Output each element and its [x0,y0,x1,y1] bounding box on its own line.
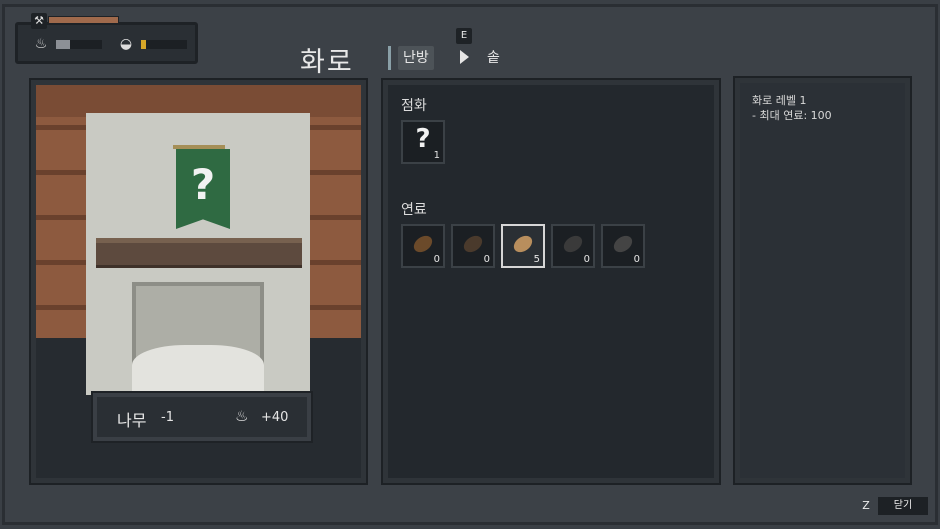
play-arrow-icon[interactable] [460,50,469,64]
coal-icon [610,232,636,256]
fuel-name: 나무 [117,411,147,430]
leaf-icon [410,232,436,256]
page-title: 화로 [300,47,354,78]
close-button[interactable]: Z 닫기 [858,497,928,515]
selected-fuel-info: 나무 -1 ♨ +40 [91,391,313,443]
heat-value: +40 [261,410,289,425]
max-fuel: - 최대 연료: 100 [752,109,832,122]
furnace-level: 화로 레벨 1 [752,94,807,107]
item-count: 0 [433,254,440,265]
campfire-icon: ♨ [235,407,249,425]
fuel-label: 연료 [401,202,427,218]
banner-emblem-icon: ? [190,160,216,209]
tab-cauldron[interactable]: 솥 [482,46,505,70]
charcoal-icon [560,232,586,256]
health-bar [48,16,119,24]
mantel-shelf [96,238,302,268]
hammer-icon: ⚒ [31,13,47,29]
tab-divider [388,46,391,70]
fuel-slot[interactable]: 0 [551,224,595,268]
log-icon [510,232,536,256]
fuel-slot[interactable]: 0 [451,224,495,268]
fuel-slot[interactable]: 0 [401,224,445,268]
cooking-pot-icon: ◒ [119,36,133,52]
ash-pile [132,345,264,395]
twig-icon [460,232,486,256]
ignition-slot[interactable]: ? 1 [401,120,445,164]
item-count: 0 [583,254,590,265]
furnace-scene: ? 나무 -1 ♨ +40 [36,85,361,478]
item-count: 0 [633,254,640,265]
campfire-icon: ♨ [34,36,48,52]
fuel-selection-panel: 점화 ? 1 연료 0 0 5 0 0 [381,78,721,485]
banner-rod [173,145,225,149]
tab-heating[interactable]: 난방 [398,46,434,70]
food-stat: ◒ [117,35,187,53]
furnace-preview-panel: ? 나무 -1 ♨ +40 [29,78,368,485]
food-bar [141,39,187,49]
item-count: 5 [533,254,540,265]
close-key-hint: Z [862,499,870,512]
fire-stat: ♨ [32,35,102,53]
fuel-slot[interactable]: 5 [501,224,545,268]
fire-bar [56,39,102,49]
item-count: 1 [433,150,440,161]
close-label: 닫기 [878,497,928,515]
fuel-slot[interactable]: 0 [601,224,645,268]
ignition-label: 점화 [401,98,427,114]
item-count: 0 [483,254,490,265]
info-panel: 화로 레벨 1 - 최대 연료: 100 [733,76,912,485]
next-tab-key-hint: E [456,28,472,44]
fuel-amount: -1 [161,410,174,425]
